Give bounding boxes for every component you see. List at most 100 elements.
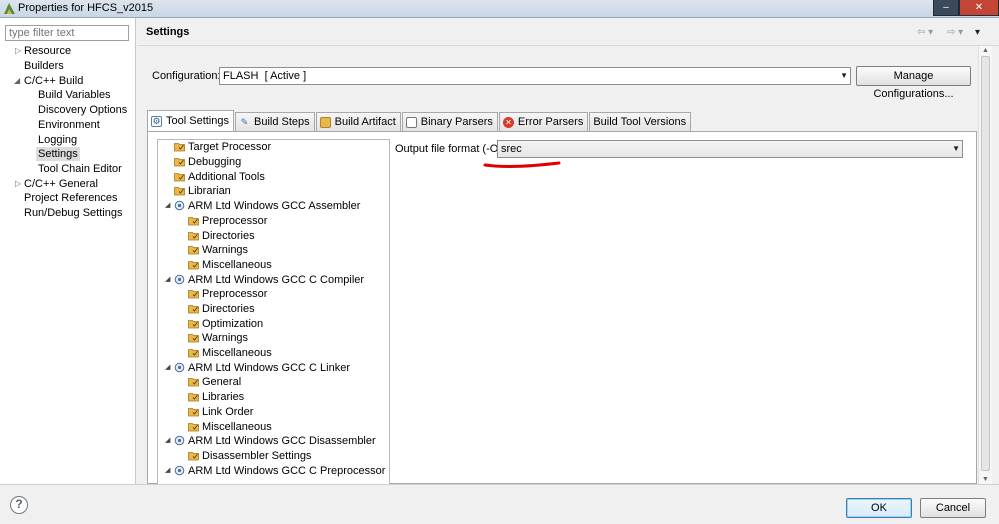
tab-label: Build Artifact	[334, 115, 396, 128]
expanded-arrow-icon[interactable]: ◢	[165, 434, 170, 448]
settings-folder-icon	[188, 320, 199, 329]
vertical-scrollbar[interactable]: ▲ ▼	[978, 46, 992, 484]
nav-item-environment[interactable]: Environment	[38, 118, 100, 132]
tree-item-compiler-warnings[interactable]: Warnings	[188, 331, 248, 345]
tool-gear-icon	[174, 465, 185, 476]
tab-build-steps[interactable]: ✎ Build Steps	[234, 112, 315, 131]
manage-configurations-button[interactable]: Manage Configurations...	[856, 66, 971, 100]
expanded-arrow-icon[interactable]: ◢	[165, 273, 170, 287]
dialog-footer: ? OK Cancel	[0, 484, 999, 524]
close-button[interactable]: ✕	[959, 0, 999, 16]
tree-item-label: Additional Tools	[188, 171, 265, 183]
tree-item-label: Disassembler Settings	[202, 450, 312, 462]
help-icon[interactable]: ?	[10, 496, 28, 514]
forward-arrow-icon[interactable]: ⇨ ▾	[947, 27, 963, 38]
settings-folder-icon	[188, 232, 199, 241]
tree-item-compiler-directories[interactable]: Directories	[188, 302, 255, 316]
nav-item-cpp-build[interactable]: C/C++ Build	[24, 74, 83, 88]
nav-item-builders[interactable]: Builders	[24, 59, 64, 73]
tab-label: Error Parsers	[517, 115, 584, 128]
nav-item-cpp-general[interactable]: C/C++ General	[24, 177, 98, 191]
settings-folder-icon	[188, 423, 199, 432]
tree-item-gcc-c-compiler[interactable]: ARM Ltd Windows GCC C Compiler	[174, 273, 364, 287]
tab-binary-parsers[interactable]: Binary Parsers	[401, 112, 498, 131]
nav-item-discovery-options[interactable]: Discovery Options	[38, 103, 127, 117]
build-artifact-icon	[319, 116, 331, 128]
scrollbar-thumb[interactable]	[981, 56, 990, 471]
tree-item-gcc-assembler[interactable]: ARM Ltd Windows GCC Assembler	[174, 199, 360, 213]
tree-item-label: Optimization	[202, 318, 264, 330]
chevron-down-icon: ▼	[952, 144, 960, 153]
output-file-format-label: Output file format (-O)	[395, 143, 502, 155]
configuration-select[interactable]: FLASH [ Active ] ▼	[219, 67, 851, 85]
back-arrow-icon[interactable]: ⇦ ▾	[917, 27, 933, 38]
title-bar: Properties for HFCS_v2015 – ✕	[0, 0, 999, 18]
tab-error-parsers[interactable]: ✕ Error Parsers	[498, 112, 589, 131]
tree-item-target-processor[interactable]: Target Processor	[174, 140, 271, 154]
nav-item-project-references[interactable]: Project References	[24, 191, 118, 205]
expanded-arrow-icon[interactable]: ◢	[14, 74, 22, 88]
ok-button[interactable]: OK	[846, 498, 912, 518]
scroll-up-arrow-icon[interactable]: ▲	[982, 47, 989, 54]
tool-gear-icon	[174, 200, 185, 211]
tab-label: Build Steps	[253, 115, 310, 128]
tree-item-assembler-preprocessor[interactable]: Preprocessor	[188, 214, 267, 228]
tool-gear-icon	[174, 435, 185, 446]
tab-tool-settings[interactable]: ⚙ Tool Settings	[147, 110, 234, 131]
tree-item-gcc-c-linker[interactable]: ARM Ltd Windows GCC C Linker	[174, 361, 350, 375]
tree-item-label: Directories	[202, 230, 255, 242]
tree-item-disassembler-settings[interactable]: Disassembler Settings	[188, 449, 311, 463]
tree-item-debugging[interactable]: Debugging	[174, 155, 241, 169]
eclipse-app-icon	[4, 3, 15, 14]
tab-build-tool-versions[interactable]: Build Tool Versions	[589, 112, 692, 131]
cancel-button[interactable]: Cancel	[920, 498, 986, 518]
nav-item-resource[interactable]: Resource	[24, 44, 71, 58]
tree-item-label: Warnings	[202, 244, 249, 256]
nav-item-run-debug-settings[interactable]: Run/Debug Settings	[24, 206, 122, 220]
tree-item-compiler-miscellaneous[interactable]: Miscellaneous	[188, 346, 272, 360]
tree-item-label: ARM Ltd Windows GCC C Compiler	[188, 274, 365, 286]
settings-folder-icon	[188, 452, 199, 461]
tree-item-linker-miscellaneous[interactable]: Miscellaneous	[188, 420, 272, 434]
binary-parsers-icon	[405, 116, 417, 128]
expanded-arrow-icon[interactable]: ◢	[165, 464, 170, 478]
tab-build-artifact[interactable]: Build Artifact	[315, 112, 401, 131]
tree-item-assembler-warnings[interactable]: Warnings	[188, 243, 248, 257]
tree-item-gcc-c-preprocessor[interactable]: ARM Ltd Windows GCC C Preprocessor	[174, 464, 385, 478]
scroll-down-arrow-icon[interactable]: ▼	[982, 476, 989, 483]
collapsed-arrow-icon[interactable]: ▷	[15, 44, 23, 58]
tree-item-compiler-preprocessor[interactable]: Preprocessor	[188, 287, 267, 301]
configuration-label: Configuration:	[152, 70, 221, 82]
minimize-button[interactable]: –	[933, 0, 959, 16]
nav-item-logging[interactable]: Logging	[38, 133, 77, 147]
tree-item-label: Directories	[202, 303, 255, 315]
tree-item-linker-link-order[interactable]: Link Order	[188, 405, 253, 419]
settings-folder-icon	[188, 393, 199, 402]
tool-gear-icon	[174, 362, 185, 373]
expanded-arrow-icon[interactable]: ◢	[165, 361, 170, 375]
tree-item-label: ARM Ltd Windows GCC Disassembler	[188, 435, 376, 447]
tree-item-librarian[interactable]: Librarian	[174, 184, 231, 198]
tree-item-label: Miscellaneous	[202, 347, 272, 359]
tree-item-label: ARM Ltd Windows GCC C Linker	[188, 362, 350, 374]
settings-folder-icon	[188, 378, 199, 387]
tree-item-linker-libraries[interactable]: Libraries	[188, 390, 244, 404]
expanded-arrow-icon[interactable]: ◢	[165, 199, 170, 213]
tree-item-assembler-miscellaneous[interactable]: Miscellaneous	[188, 258, 272, 272]
tree-item-compiler-optimization[interactable]: Optimization	[188, 317, 263, 331]
filter-input[interactable]	[5, 25, 129, 41]
settings-folder-icon	[174, 173, 185, 182]
tree-item-assembler-directories[interactable]: Directories	[188, 229, 255, 243]
tool-settings-icon: ⚙	[151, 115, 162, 127]
tree-item-gcc-disassembler[interactable]: ARM Ltd Windows GCC Disassembler	[174, 434, 376, 448]
tool-gear-icon	[174, 274, 185, 285]
nav-item-build-variables[interactable]: Build Variables	[38, 88, 111, 102]
nav-item-tool-chain-editor[interactable]: Tool Chain Editor	[38, 162, 122, 176]
nav-item-settings[interactable]: Settings	[36, 147, 80, 161]
tree-item-linker-general[interactable]: General	[188, 375, 241, 389]
collapsed-arrow-icon[interactable]: ▷	[15, 177, 23, 191]
tree-item-additional-tools[interactable]: Additional Tools	[174, 170, 265, 184]
output-file-format-select[interactable]: srec ▼	[497, 140, 963, 158]
view-menu-icon[interactable]: ▾	[975, 27, 980, 38]
page-header: Settings ⇦ ▾ ⇨ ▾ ▾	[137, 18, 999, 46]
